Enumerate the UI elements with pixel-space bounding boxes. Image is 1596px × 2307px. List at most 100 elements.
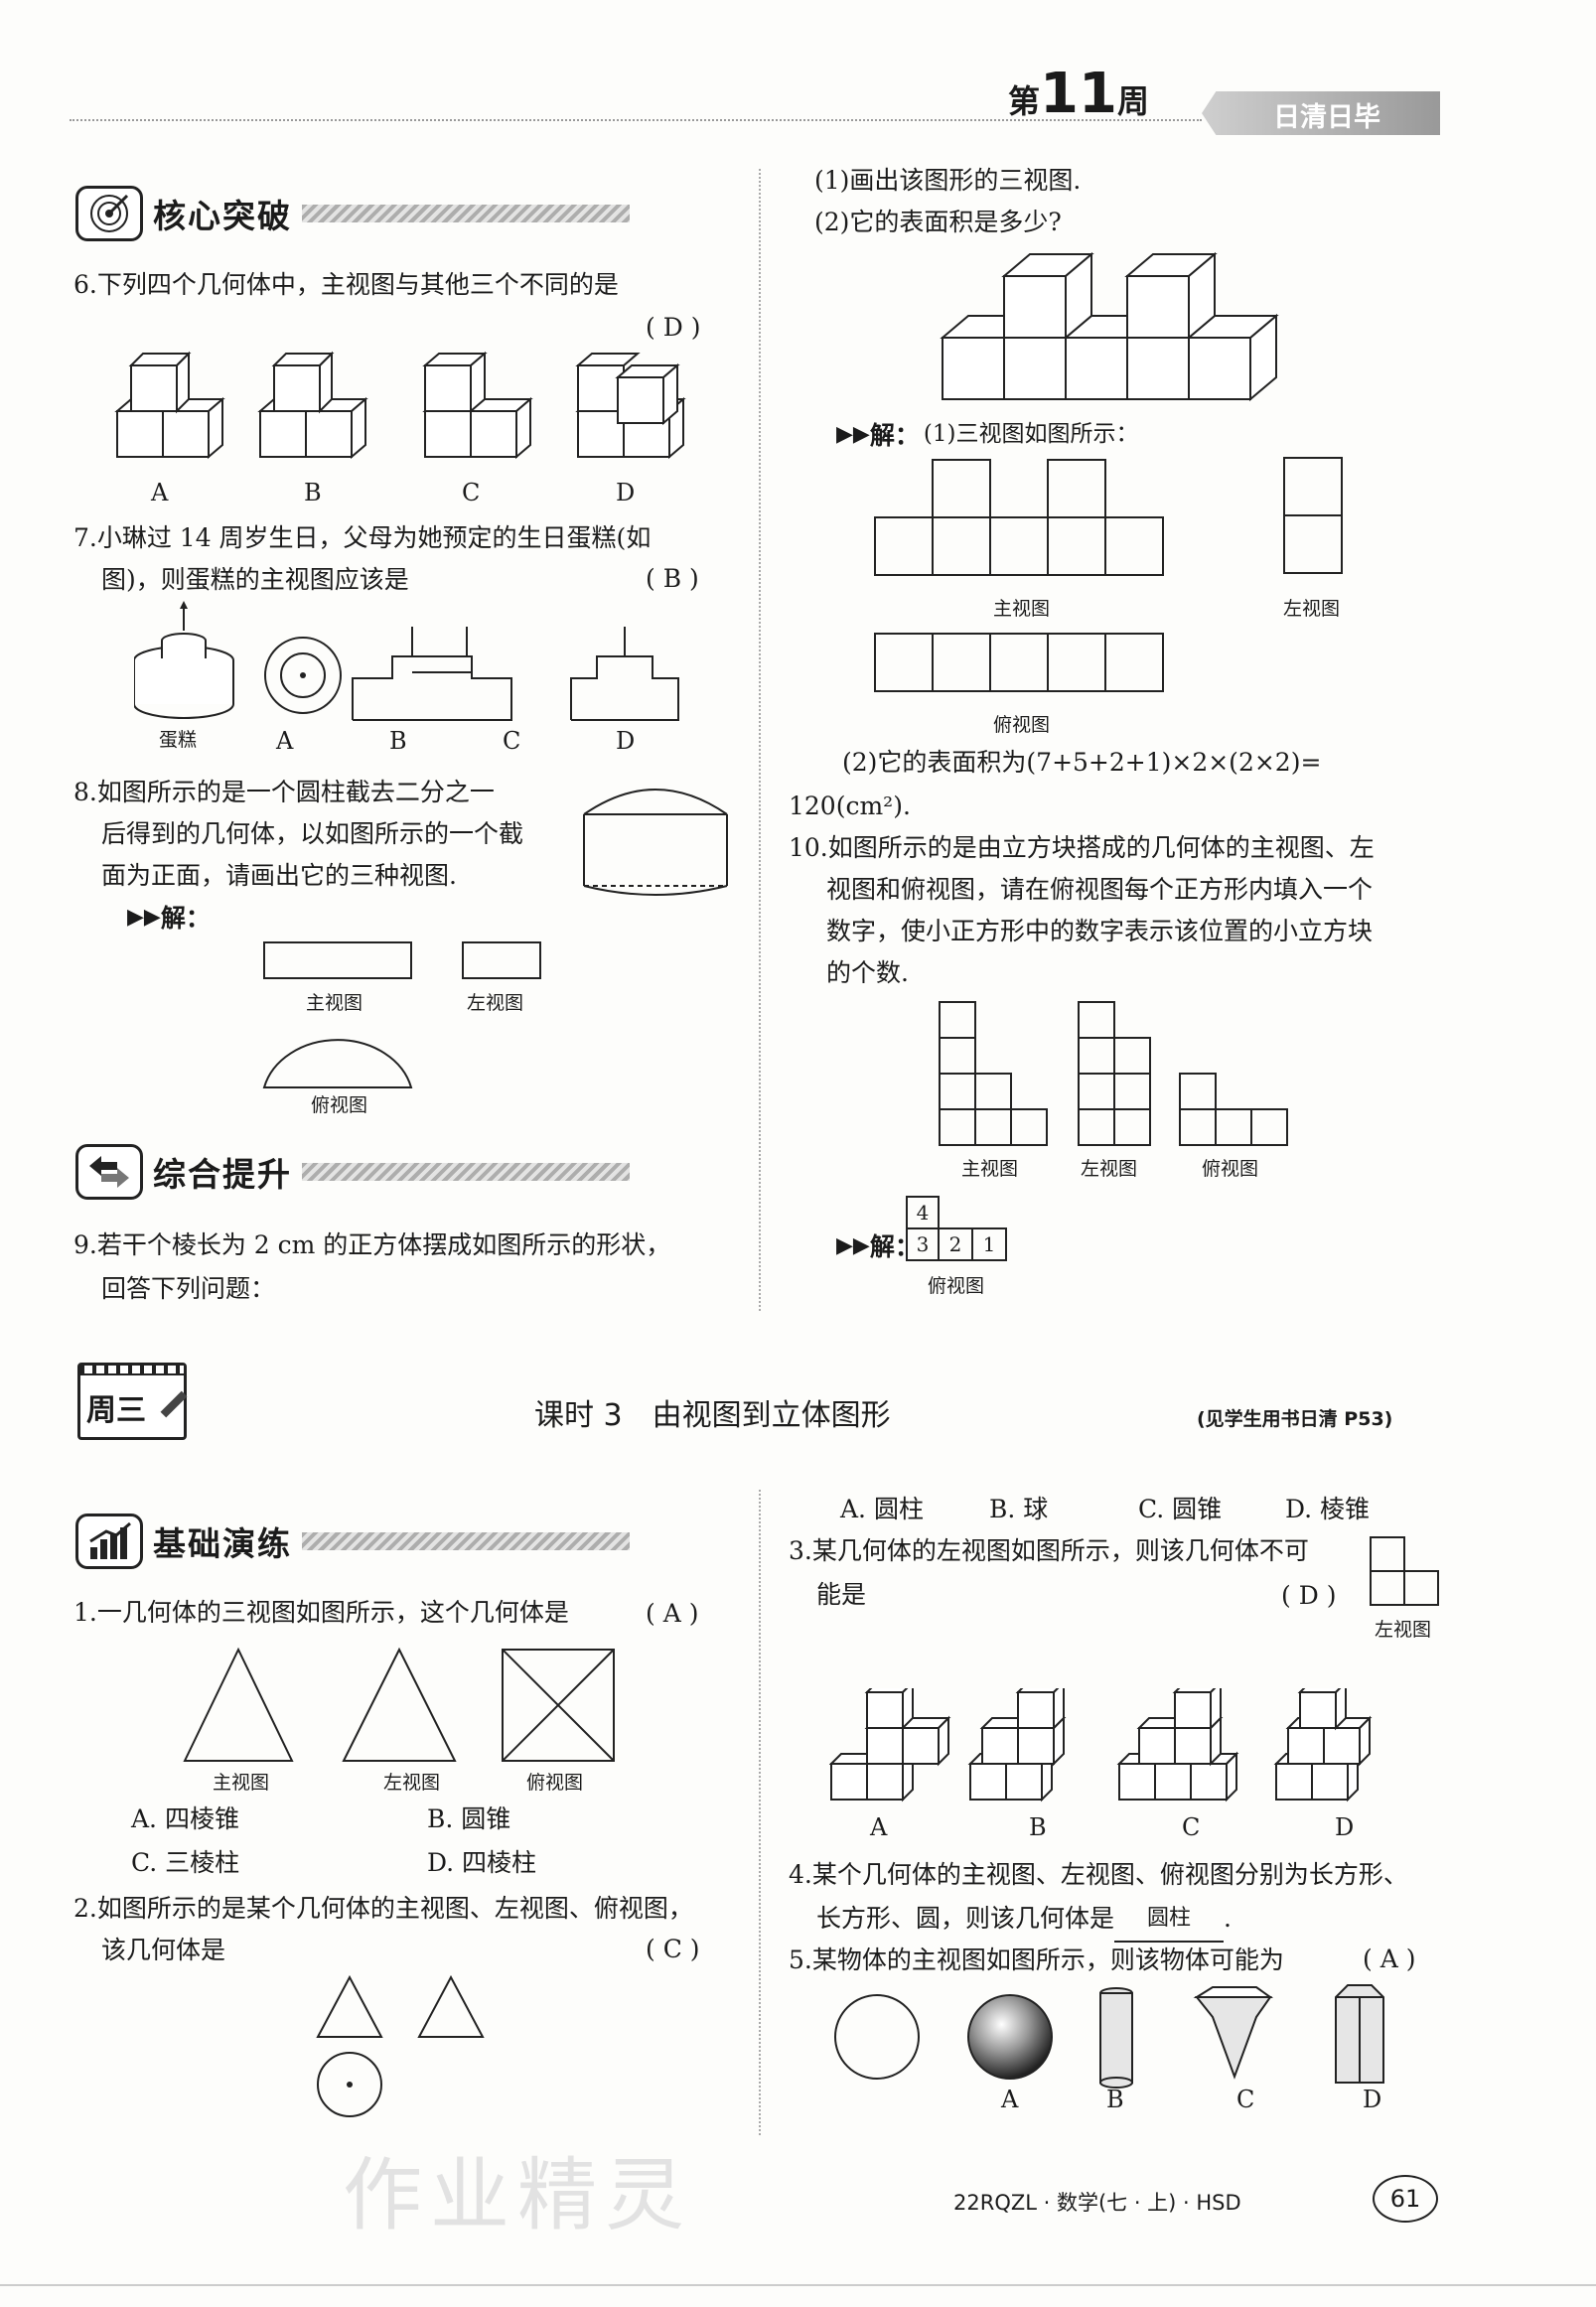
q8-front: 主视图 <box>306 992 363 1014</box>
q9-figure <box>940 251 1279 402</box>
footer-code: 22RQZL · 数学(七 · 上) · HSD <box>953 2191 1241 2215</box>
target-icon <box>75 186 143 241</box>
b2-opt-c: C. 圆锥 <box>1138 1495 1223 1523</box>
arrows-icon <box>75 1144 143 1200</box>
b3-left-view <box>1370 1536 1439 1606</box>
q9-left: 左视图 <box>1283 598 1341 620</box>
q8-left: 左视图 <box>467 992 524 1014</box>
section-core: 核心突破 <box>75 184 630 243</box>
q9-sol2a: (2)它的表面积为(7+5+2+1)×2×(2×2)= <box>842 748 1322 777</box>
q9-top: 俯视图 <box>993 714 1051 736</box>
q9-solve: ▶▶ 解： (1)三视图如图所示： <box>836 421 1139 450</box>
q6-answer: ( D ) <box>646 313 701 342</box>
b1-opt-d: D. 四棱柱 <box>427 1848 537 1877</box>
q6-label-a: A <box>151 479 169 506</box>
b2-line2: 该几何体是 <box>101 1936 226 1964</box>
q7-label-d: D <box>616 727 636 755</box>
b2-opt-a: A. 圆柱 <box>840 1495 924 1523</box>
b5-figures <box>834 1984 1384 2089</box>
q9-front: 主视图 <box>993 598 1051 620</box>
section-stripe <box>302 1532 630 1550</box>
week-label: 第11周 <box>1008 62 1149 126</box>
q8-figure <box>583 789 728 896</box>
b2-answer: ( C ) <box>646 1935 700 1963</box>
q10-line4: 的个数. <box>826 958 909 987</box>
q6-label-b: B <box>304 479 322 506</box>
b4-blank: 圆柱 <box>1114 1897 1225 1943</box>
b1-opt-a: A. 四棱锥 <box>131 1804 239 1833</box>
b1-text: 1.一几何体的三视图如图所示，这个几何体是 <box>73 1598 569 1627</box>
q7-label-c: C <box>503 727 521 755</box>
b2-opt-d: D. 棱锥 <box>1285 1495 1371 1523</box>
q10-grid-top: 4 <box>906 1196 940 1229</box>
q7-line1: 7.小琳过 14 周岁生日，父母为她预定的生日蛋糕(如 <box>73 523 652 552</box>
q9-line1: 9.若干个棱长为 2 cm 的正方体摆成如图所示的形状， <box>73 1230 671 1259</box>
q9-line2: 回答下列问题： <box>101 1274 276 1303</box>
q7-line2: 图)，则蛋糕的主视图应该是 <box>101 565 409 594</box>
q8-views <box>262 941 541 1088</box>
b3-caption: 左视图 <box>1375 1619 1432 1641</box>
q6-label-d: D <box>616 479 636 506</box>
q10-line3: 数字，使小正方形中的数字表示该位置的小立方块 <box>826 917 1374 945</box>
b3-line2: 能是 <box>816 1580 867 1609</box>
b3-label-c: C <box>1182 1813 1201 1841</box>
q6-label-c: C <box>462 479 481 506</box>
b5-label-a: A <box>1001 2086 1019 2113</box>
q9-sol2b: 120(cm²). <box>789 792 911 820</box>
q8-line3: 面为正面，请画出它的三种视图. <box>101 861 457 890</box>
q10-views <box>939 1001 1288 1146</box>
b1-opt-c: C. 三棱柱 <box>131 1848 240 1877</box>
q10-left: 左视图 <box>1081 1158 1138 1180</box>
section-stripe <box>302 1163 630 1181</box>
q10-front: 主视图 <box>961 1158 1019 1180</box>
q8-solve: ▶▶ 解： <box>127 904 211 933</box>
bar-chart-icon <box>75 1514 143 1569</box>
b3-label-d: D <box>1335 1813 1355 1841</box>
page-number: 61 <box>1373 2175 1438 2223</box>
lesson-ref: (见学生用书日清 P53) <box>1197 1408 1393 1430</box>
q8-line1: 8.如图所示的是一个圆柱截去二分之一 <box>73 778 495 806</box>
section-basic: 基础演练 <box>75 1512 630 1571</box>
b2-line1: 2.如图所示的是某个几何体的主视图、左视图、俯视图， <box>73 1894 693 1923</box>
b3-figures <box>829 1688 1373 1802</box>
q7-figures <box>134 601 679 721</box>
q7-cake-label: 蛋糕 <box>159 729 198 751</box>
watermark: 作业精灵 <box>343 2149 692 2241</box>
b2-opt-b: B. 球 <box>989 1495 1049 1523</box>
q10-line1: 10.如图所示的是由立方块搭成的几何体的主视图、左 <box>789 833 1375 862</box>
b2-views <box>316 1974 485 2117</box>
b5-text: 5.某物体的主视图如图所示，则该物体可能为 <box>789 1946 1284 1974</box>
b5-label-d: D <box>1363 2086 1382 2113</box>
q10-grid-row: 3 2 1 <box>906 1227 1007 1261</box>
b5-label-c: C <box>1236 2086 1255 2113</box>
b4-line1: 4.某个几何体的主视图、左视图、俯视图分别为长方形、 <box>789 1860 1408 1889</box>
q9-part1: (1)画出该图形的三视图. <box>814 166 1082 195</box>
column-divider <box>759 169 761 1311</box>
q7-answer: ( B ) <box>646 564 699 593</box>
b1-left: 左视图 <box>383 1772 441 1794</box>
b1-front: 主视图 <box>213 1772 270 1794</box>
page-bottom-rule <box>0 2284 1596 2286</box>
q10-grid-caption: 俯视图 <box>928 1275 985 1297</box>
lesson-title: 课时 3 由视图到立体图形 <box>534 1398 891 1433</box>
q7-label-b: B <box>389 727 407 755</box>
b4-line2: 长方形、圆，则该几何体是 圆柱. <box>816 1897 1232 1943</box>
q9-views <box>874 457 1343 692</box>
b3-label-b: B <box>1029 1813 1047 1841</box>
section-combo: 综合提升 <box>75 1142 630 1202</box>
b3-line1: 3.某几何体的左视图如图所示，则该几何体不可 <box>789 1536 1309 1565</box>
column-divider <box>759 1490 761 2135</box>
b1-top: 俯视图 <box>526 1772 584 1794</box>
b3-answer: ( D ) <box>1281 1581 1337 1610</box>
tag-text: 日清日毕 <box>1273 102 1380 133</box>
q10-top: 俯视图 <box>1202 1158 1259 1180</box>
b1-opt-b: B. 圆锥 <box>427 1804 511 1833</box>
q6-text: 6.下列四个几何体中，主视图与其他三个不同的是 <box>73 270 619 299</box>
q10-line2: 视图和俯视图，请在俯视图每个正方形内填入一个 <box>826 875 1374 904</box>
q8-top: 俯视图 <box>311 1094 368 1116</box>
b5-label-b: B <box>1106 2086 1124 2113</box>
q7-label-a: A <box>276 727 294 755</box>
b1-views <box>183 1647 615 1762</box>
b5-answer: ( A ) <box>1363 1945 1416 1973</box>
q8-line2: 后得到的几何体，以如图所示的一个截 <box>101 819 524 848</box>
